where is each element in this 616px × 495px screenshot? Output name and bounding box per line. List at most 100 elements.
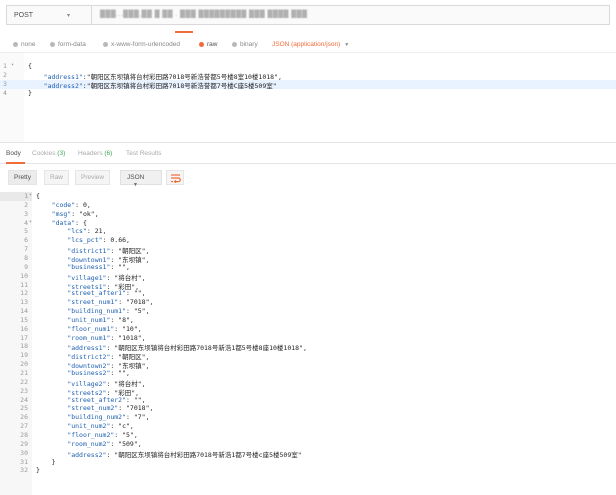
line-number: 16: [20, 324, 28, 333]
code-text: "room_num1": "1018",: [67, 333, 146, 342]
body-type-form-data[interactable]: form-data: [50, 41, 86, 48]
url-input[interactable]: ███...███,██ █ ██ . ███ █████████ ███ ██…: [92, 5, 610, 25]
body-type-label: x-www-form-urlencoded: [111, 41, 180, 48]
response-body-viewer[interactable]: 1 ▾{2 "code": 0, 3 "msg": "ok", 4 ▾ "data": …: [0, 192, 616, 495]
code-text: "street_num2": "7018",: [67, 404, 154, 413]
fold-toggle-icon[interactable]: ▾: [29, 219, 32, 225]
code-text: }: [28, 89, 32, 97]
line-number: 2: [24, 200, 28, 209]
fold-toggle-icon[interactable]: ▾: [11, 62, 14, 68]
line-number: 3: [3, 80, 7, 88]
line-number: 9: [24, 262, 28, 271]
chevron-down-icon: ▼: [344, 41, 350, 48]
code-line: 14 "building_num1": "5",: [0, 307, 616, 316]
radio-selected-icon: [199, 42, 204, 47]
method-select[interactable]: POST ▾: [6, 5, 92, 25]
line-number: 32: [20, 466, 28, 475]
code-line: 2 "address1":"朝阳区东坝镇将台村彩田路7018号新浩誉都5号楼8室…: [0, 71, 616, 81]
code-line: 8 "downtown1": "东坝镇",: [0, 253, 616, 264]
code-line: 2 "code": 0,: [0, 201, 616, 210]
line-number: 29: [20, 439, 28, 448]
line-number: 8: [24, 253, 28, 262]
line-number: 19: [20, 351, 28, 360]
line-number: 5: [24, 227, 28, 236]
code-line: 3 "address2":"朝阳区东坝镇将台村彩田路7018号新浩誉都7号楼C座…: [0, 80, 616, 90]
code-line: 3 "msg": "ok",: [0, 210, 616, 219]
code-text: "msg": "ok",: [51, 209, 99, 218]
code-line: 19 "district2": "朝阳区",: [0, 351, 616, 361]
response-toolbar: Pretty Raw Preview JSON ▼: [0, 164, 616, 192]
code-line: 31 }: [0, 458, 616, 467]
line-number: 31: [20, 457, 28, 466]
chevron-down-icon: ▼: [133, 182, 138, 188]
code-line: 1 ▾ {: [0, 62, 616, 71]
line-number: 27: [20, 422, 28, 431]
line-number: 24: [20, 395, 28, 404]
body-type-none[interactable]: none: [13, 41, 35, 48]
code-line: 11 "streets1": "彩田",: [0, 281, 616, 291]
code-text: "business1": "",: [67, 262, 130, 271]
format-select[interactable]: JSON ▼: [120, 170, 162, 188]
fold-toggle-icon[interactable]: ▾: [29, 192, 32, 198]
tab-test-results[interactable]: Test Results: [126, 150, 161, 157]
line-number: 4: [3, 89, 7, 97]
chevron-down-icon: ▾: [67, 13, 71, 19]
line-number: 6: [24, 236, 28, 245]
line-number: 30: [20, 448, 28, 457]
line-number: 1: [24, 192, 28, 200]
tab-label: Body: [6, 150, 21, 157]
code-text: "street_num1": "7018",: [67, 298, 154, 307]
request-url-bar: POST ▾ ███...███,██ █ ██ . ███ █████████…: [0, 0, 616, 40]
body-type-raw[interactable]: raw: [199, 41, 217, 48]
code-text: {: [28, 62, 32, 70]
code-text: "room_num2": "509",: [67, 439, 142, 448]
content-type-select[interactable]: JSON (application/json) ▼: [272, 41, 349, 48]
code-text: {: [36, 192, 40, 200]
line-number: 21: [20, 369, 28, 377]
request-body-editor[interactable]: 1 ▾ {2 "address1":"朝阳区东坝镇将台村彩田路7018号新浩誉都5号…: [0, 52, 616, 143]
body-tab-underline: [175, 31, 193, 33]
code-line: 7 "district1": "朝阳区",: [0, 245, 616, 255]
code-line: 18 "address1": "朝阳区东坝镇将台村彩田路7018号新浩1都5号楼…: [0, 342, 616, 352]
line-number: 10: [20, 271, 28, 280]
line-number: 2: [3, 71, 7, 79]
code-text: "floor_num2": "5",: [67, 430, 138, 439]
radio-icon: [50, 42, 55, 47]
line-number: 28: [20, 430, 28, 439]
code-text: "floor_num1": "10",: [67, 324, 142, 333]
tab-body[interactable]: Body: [6, 150, 21, 157]
wrap-lines-button[interactable]: [166, 170, 184, 185]
code-line: 17 "room_num1": "1018",: [0, 334, 616, 343]
code-line: 12 "street_after1": "",: [0, 289, 616, 298]
tab-headers[interactable]: Headers (6): [78, 150, 112, 157]
code-text: }: [36, 457, 56, 466]
code-line: 28 "floor_num2": "5",: [0, 431, 616, 440]
raw-button[interactable]: Raw: [44, 170, 70, 185]
body-type-binary[interactable]: binary: [232, 41, 258, 48]
line-number: 14: [20, 307, 28, 316]
code-text: "lcs": 21,: [67, 227, 107, 236]
pretty-button[interactable]: Pretty: [8, 170, 37, 185]
body-type-urlencoded[interactable]: x-www-form-urlencoded: [103, 41, 180, 48]
tab-cookies[interactable]: Cookies (3): [32, 150, 65, 157]
body-type-label: raw: [207, 41, 218, 48]
line-number: 17: [20, 333, 28, 342]
code-line: 24 "street_after2": "",: [0, 396, 616, 405]
tab-label: Cookies: [32, 150, 56, 157]
code-text: "lcs_pct": 0.66,: [67, 236, 130, 245]
code-text: "code": 0,: [51, 200, 91, 209]
code-line: 15 "unit_num1": "8",: [0, 316, 616, 325]
method-label: POST: [14, 12, 34, 19]
radio-icon: [103, 42, 108, 47]
code-text: }: [36, 466, 40, 475]
format-label: JSON: [127, 174, 145, 181]
code-line: 25 "street_num2": "7018",: [0, 404, 616, 413]
code-line: 16 "floor_num1": "10",: [0, 325, 616, 334]
preview-button[interactable]: Preview: [75, 170, 111, 185]
line-number: 20: [20, 360, 28, 369]
code-text: "unit_num2": "c",: [67, 422, 134, 431]
code-line: 26 "building_num2": "7",: [0, 413, 616, 422]
code-text: "street_after1": "",: [67, 289, 146, 298]
code-text: "street_after2": "",: [67, 395, 146, 404]
line-number: 3: [24, 209, 28, 218]
